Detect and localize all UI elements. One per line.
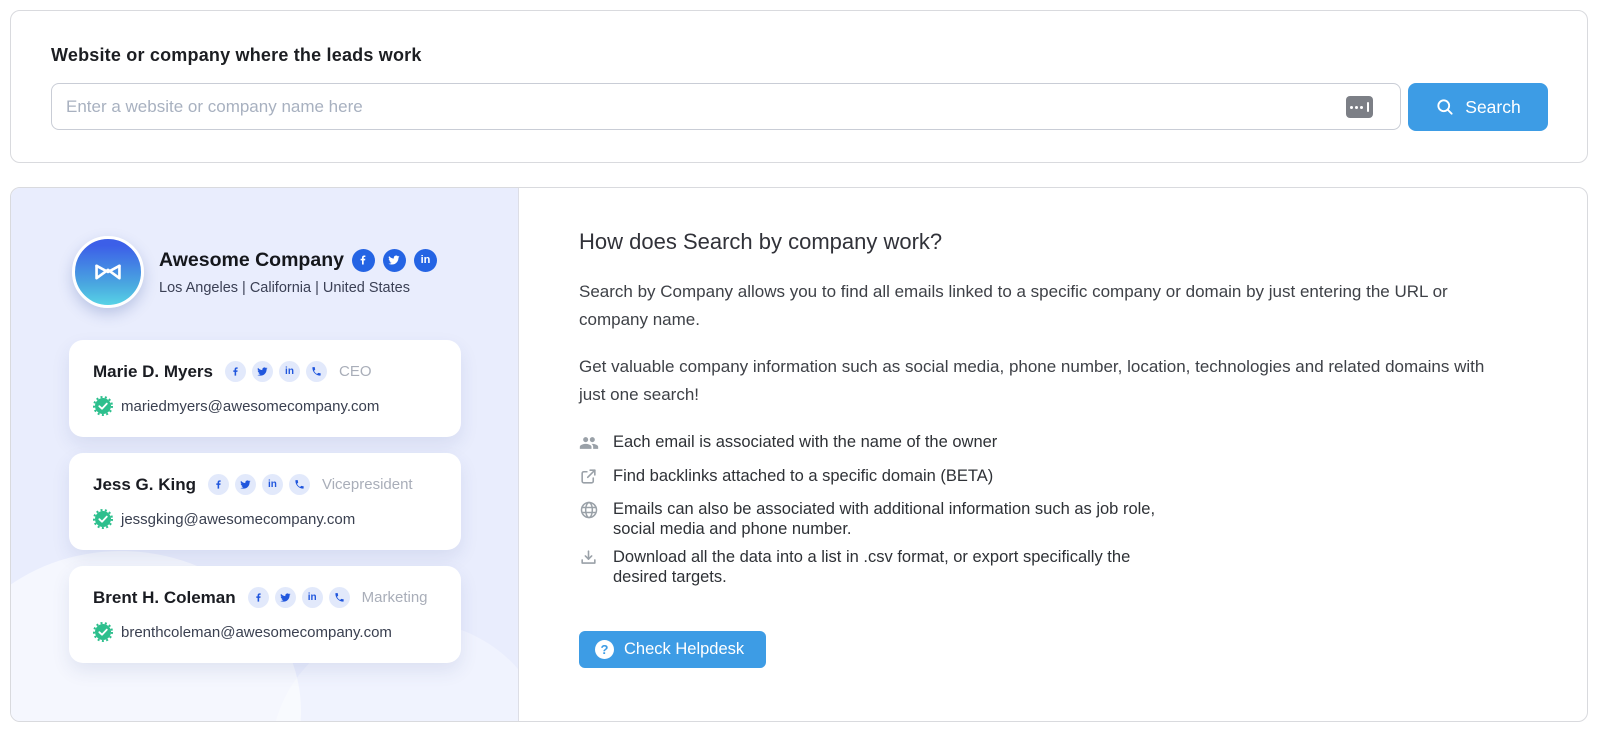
info-heading: How does Search by company work?	[579, 229, 1539, 255]
download-icon	[579, 548, 599, 587]
company-name: Awesome Company	[159, 249, 344, 272]
feature-item: Find backlinks attached to a specific do…	[579, 466, 1539, 491]
contact-name: Marie D. Myers	[93, 362, 213, 382]
twitter-icon[interactable]	[275, 587, 296, 608]
contact-email[interactable]: mariedmyers@awesomecompany.com	[121, 398, 379, 415]
bulk-list-icon[interactable]	[1346, 96, 1373, 118]
search-by-company-section: Awesome Company in Los Angeles | Califor…	[10, 187, 1588, 722]
search-label: Website or company where the leads work	[51, 45, 422, 66]
feature-text: Find backlinks attached to a specific do…	[613, 466, 993, 491]
phone-icon[interactable]	[289, 474, 310, 495]
contact-role: Vicepresident	[322, 476, 413, 493]
external-link-icon	[579, 467, 599, 491]
feature-item: Emails can also be associated with addit…	[579, 499, 1539, 539]
search-input-wrap	[51, 83, 1401, 130]
search-button-label: Search	[1465, 97, 1520, 118]
contact-email[interactable]: jessgking@awesomecompany.com	[121, 511, 355, 528]
info-panel: How does Search by company work? Search …	[579, 188, 1539, 668]
check-helpdesk-button[interactable]: ? Check Helpdesk	[579, 631, 766, 668]
company-header: Awesome Company in Los Angeles | Califor…	[72, 236, 437, 308]
contact-name: Jess G. King	[93, 475, 196, 495]
globe-icon	[579, 500, 599, 539]
verified-badge-icon	[93, 622, 113, 642]
question-icon: ?	[595, 640, 614, 659]
feature-text: Download all the data into a list in .cs…	[613, 547, 1171, 587]
feature-text: Each email is associated with the name o…	[613, 432, 997, 458]
feature-list: Each email is associated with the name o…	[579, 432, 1539, 587]
facebook-icon[interactable]	[208, 474, 229, 495]
linkedin-icon[interactable]: in	[279, 361, 300, 382]
contact-email[interactable]: brenthcoleman@awesomecompany.com	[121, 624, 392, 641]
twitter-icon[interactable]	[252, 361, 273, 382]
facebook-icon[interactable]	[248, 587, 269, 608]
feature-item: Each email is associated with the name o…	[579, 432, 1539, 458]
facebook-icon[interactable]	[225, 361, 246, 382]
verified-badge-icon	[93, 396, 113, 416]
linkedin-icon[interactable]: in	[302, 587, 323, 608]
search-button[interactable]: Search	[1408, 83, 1548, 131]
twitter-icon[interactable]	[235, 474, 256, 495]
company-logo	[72, 236, 144, 308]
verified-badge-icon	[93, 509, 113, 529]
facebook-icon[interactable]	[352, 249, 375, 272]
info-paragraph: Get valuable company information such as…	[579, 353, 1494, 408]
company-location: Los Angeles | California | United States	[159, 280, 437, 296]
search-panel: Website or company where the leads work …	[10, 10, 1588, 163]
linkedin-icon[interactable]: in	[414, 249, 437, 272]
phone-icon[interactable]	[306, 361, 327, 382]
people-icon	[579, 433, 599, 458]
company-preview-panel: Awesome Company in Los Angeles | Califor…	[11, 188, 519, 721]
contact-card[interactable]: Marie D. Myers in CEO mariedmyers@awesom…	[69, 340, 461, 437]
contact-role: CEO	[339, 363, 372, 380]
linkedin-icon[interactable]: in	[262, 474, 283, 495]
contact-card[interactable]: Brent H. Coleman in Marketing brenthcole…	[69, 566, 461, 663]
check-helpdesk-label: Check Helpdesk	[624, 640, 744, 659]
search-icon	[1435, 97, 1455, 117]
info-paragraph: Search by Company allows you to find all…	[579, 278, 1494, 333]
feature-item: Download all the data into a list in .cs…	[579, 547, 1539, 587]
phone-icon[interactable]	[329, 587, 350, 608]
company-search-input[interactable]	[51, 83, 1401, 130]
contact-role: Marketing	[362, 589, 428, 606]
envelope-icon	[86, 250, 130, 294]
contact-card[interactable]: Jess G. King in Vicepresident jessgking@…	[69, 453, 461, 550]
contact-name: Brent H. Coleman	[93, 588, 236, 608]
feature-text: Emails can also be associated with addit…	[613, 499, 1171, 539]
twitter-icon[interactable]	[383, 249, 406, 272]
